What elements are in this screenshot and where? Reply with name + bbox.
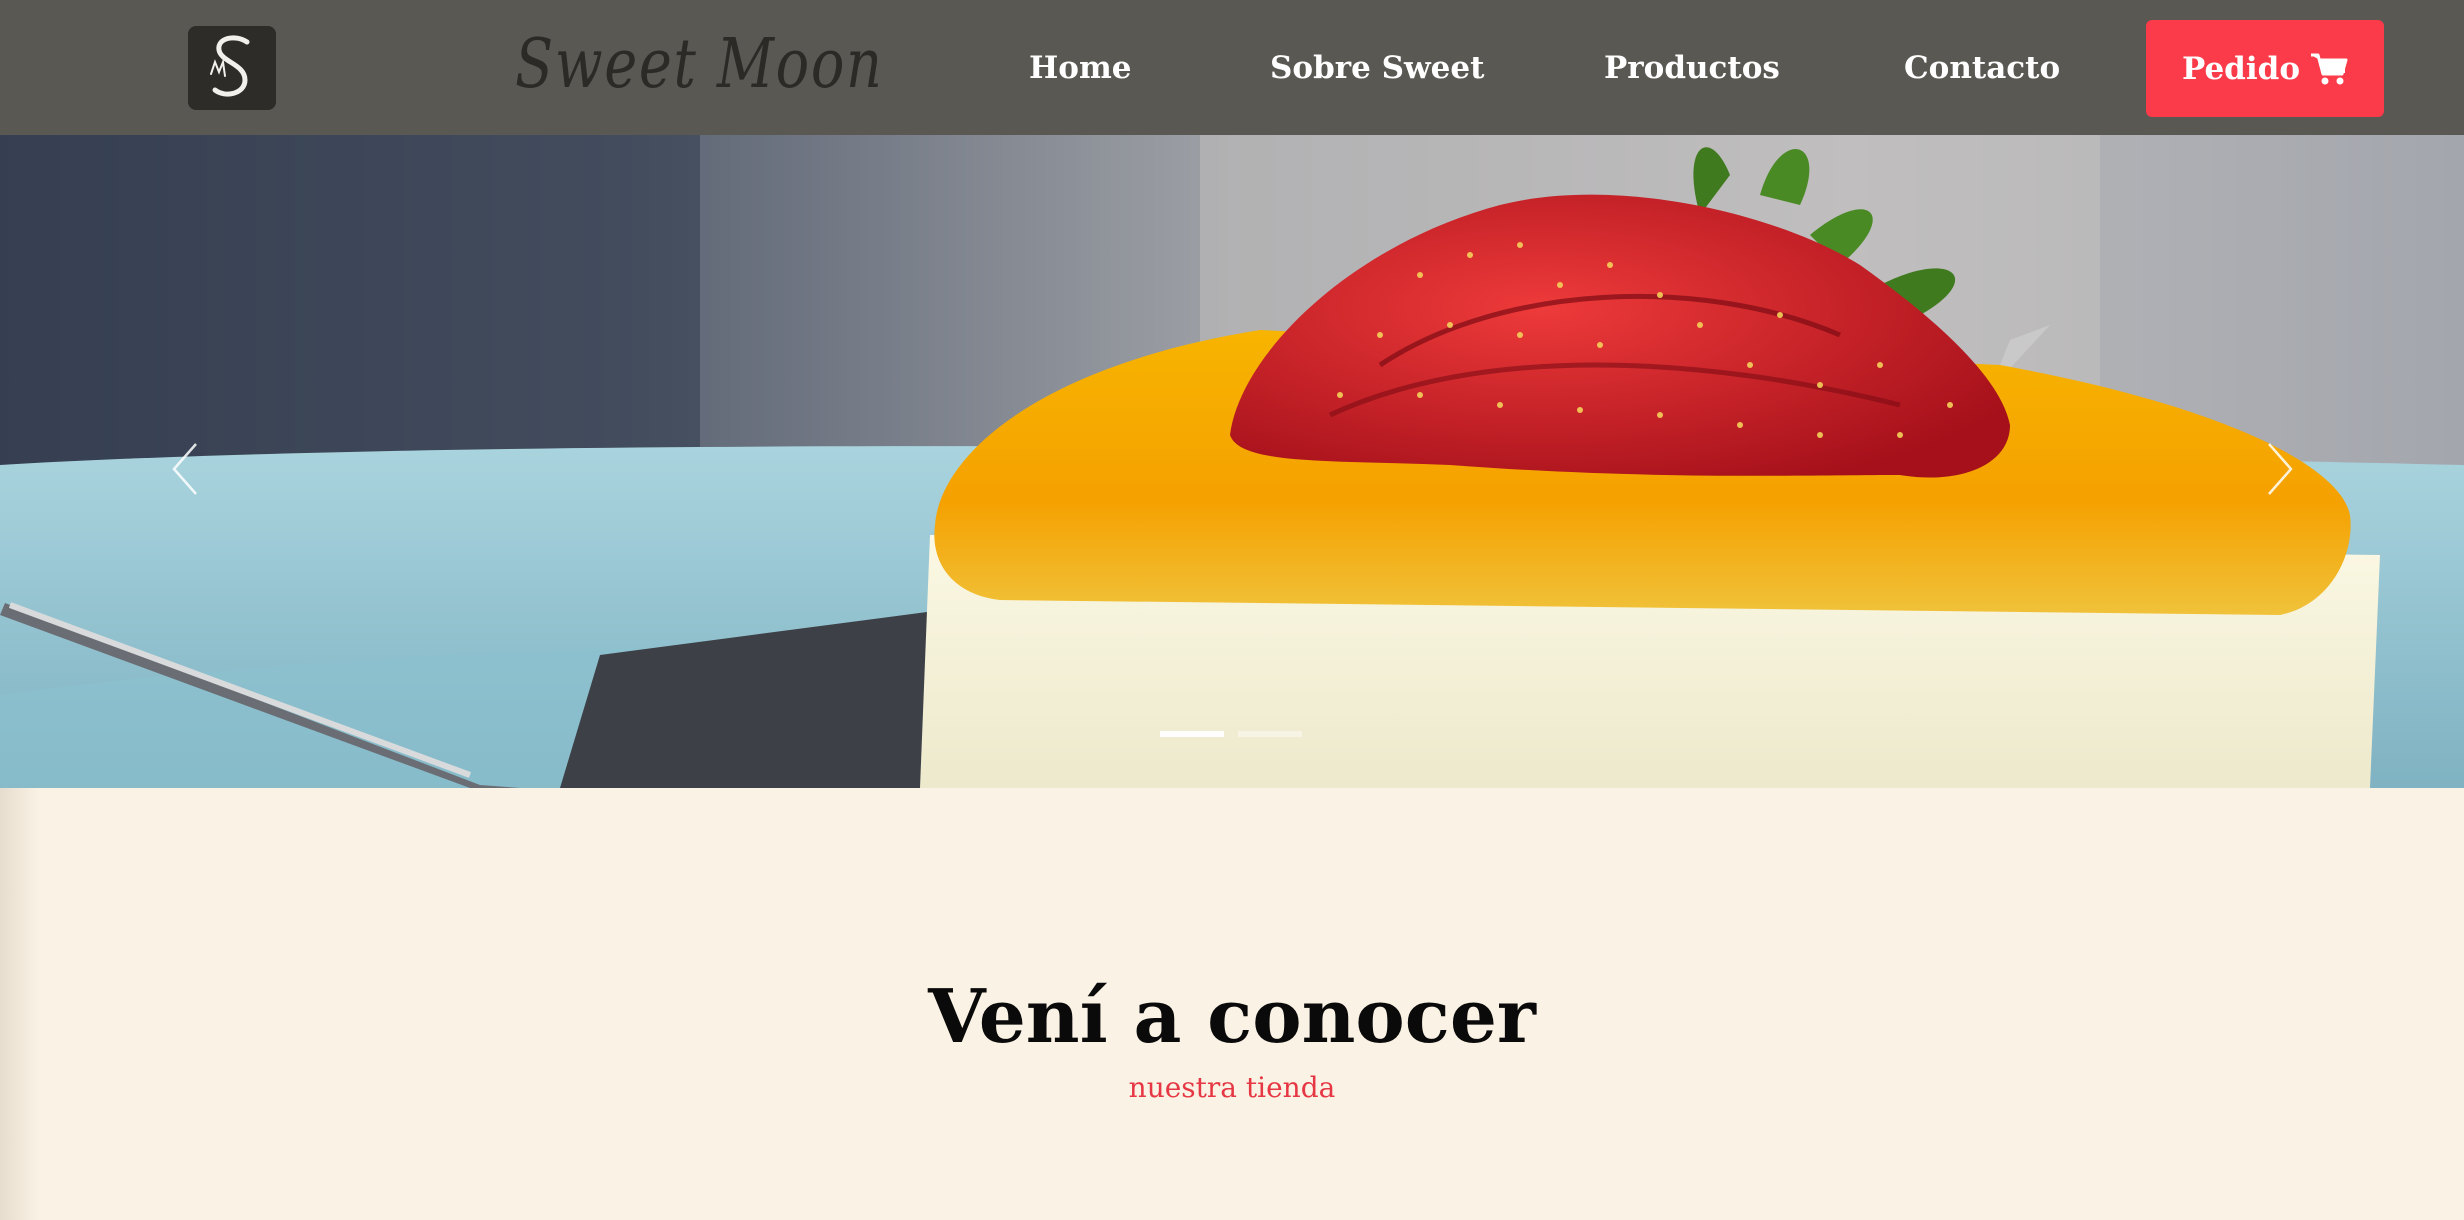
brand-name[interactable]: Sweet Moon	[515, 20, 884, 110]
carousel-indicator-1[interactable]	[1160, 731, 1224, 737]
order-button[interactable]: Pedido	[2146, 20, 2384, 117]
chevron-right-icon	[2268, 443, 2293, 495]
logo[interactable]	[188, 26, 276, 110]
section-subtitle: nuestra tienda	[1128, 1071, 1336, 1104]
nav-contacto[interactable]: Contacto	[1904, 42, 2060, 94]
chevron-left-icon	[172, 443, 197, 495]
hero-image	[0, 135, 2464, 788]
cart-icon	[2311, 53, 2348, 84]
nav-home[interactable]: Home	[1029, 42, 1132, 94]
order-button-label: Pedido	[2181, 50, 2300, 87]
carousel-prev-button[interactable]	[155, 424, 215, 514]
nav-productos[interactable]: Productos	[1604, 42, 1780, 94]
hero-carousel	[0, 135, 2464, 788]
nav-sobre-sweet[interactable]: Sobre Sweet	[1270, 42, 1484, 94]
carousel-indicator-2[interactable]	[1238, 731, 1302, 737]
sweet-moon-logo-icon	[210, 35, 250, 97]
carousel-next-button[interactable]	[2250, 424, 2310, 514]
navbar: Sweet Moon Home Sobre Sweet Productos Co…	[0, 0, 2464, 135]
carousel-indicators	[1160, 731, 1302, 737]
section-title: Vení a conocer	[928, 974, 1536, 1060]
